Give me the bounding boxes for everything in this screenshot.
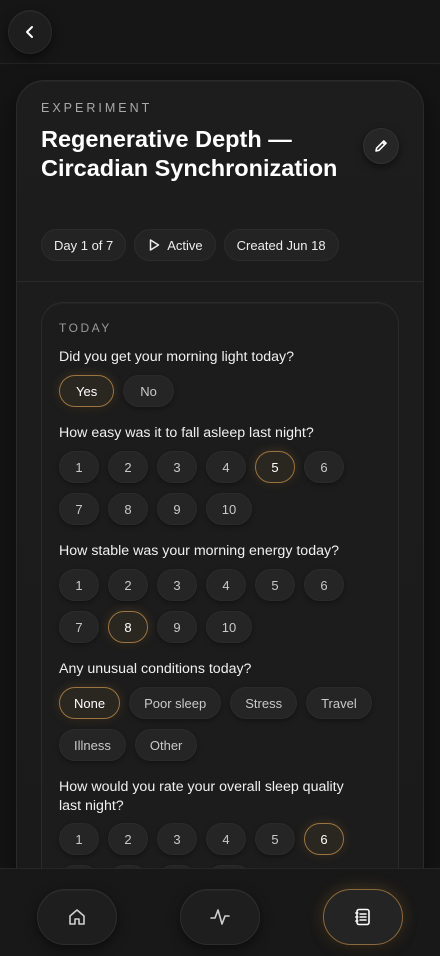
option-3[interactable]: 3 bbox=[157, 569, 197, 601]
option-6[interactable]: 6 bbox=[304, 823, 344, 855]
edit-button[interactable] bbox=[363, 128, 399, 164]
option-2[interactable]: 2 bbox=[108, 569, 148, 601]
question-morning-energy: How stable was your morning energy today… bbox=[59, 543, 339, 559]
meta-row: Day 1 of 7 Active Created Jun 18 bbox=[41, 229, 339, 261]
option-yes[interactable]: Yes bbox=[59, 375, 115, 407]
today-label: TODAY bbox=[59, 321, 112, 335]
option-9[interactable]: 9 bbox=[157, 493, 197, 525]
question-unusual-conditions: Any unusual conditions today? bbox=[59, 661, 252, 677]
option-travel[interactable]: Travel bbox=[306, 687, 372, 719]
option-1[interactable]: 1 bbox=[59, 823, 99, 855]
option-3[interactable]: 3 bbox=[157, 823, 197, 855]
bottom-nav bbox=[0, 868, 440, 956]
home-icon bbox=[69, 909, 85, 925]
option-10[interactable]: 10 bbox=[206, 611, 252, 643]
scroll-area[interactable]: EXPERIMENT Regenerative Depth — Circadia… bbox=[0, 64, 440, 868]
chevron-left-icon bbox=[26, 26, 33, 38]
status-label: Active bbox=[167, 237, 203, 253]
top-bar bbox=[0, 0, 440, 64]
options-sleep-quality-row1: 1 2 3 4 5 6 bbox=[59, 823, 344, 855]
options-fall-asleep-row2: 7 8 9 10 bbox=[59, 493, 252, 525]
divider bbox=[17, 281, 423, 282]
option-stress[interactable]: Stress bbox=[230, 687, 298, 719]
activity-icon bbox=[210, 909, 230, 925]
option-9[interactable]: 9 bbox=[157, 611, 197, 643]
experiment-card: EXPERIMENT Regenerative Depth — Circadia… bbox=[16, 80, 424, 868]
today-panel: TODAY Did you get your morning light tod… bbox=[41, 302, 399, 868]
option-5[interactable]: 5 bbox=[255, 823, 295, 855]
option-6[interactable]: 6 bbox=[304, 451, 344, 483]
options-conditions-row1: None Poor sleep Stress Travel bbox=[59, 687, 372, 719]
option-4[interactable]: 4 bbox=[206, 451, 246, 483]
options-conditions-row2: Illness Other bbox=[59, 729, 198, 761]
nav-journal-button[interactable] bbox=[323, 889, 403, 945]
back-button[interactable] bbox=[8, 10, 52, 54]
option-7[interactable]: 7 bbox=[59, 493, 99, 525]
experiment-title: Regenerative Depth — Circadian Synchroni… bbox=[41, 126, 338, 181]
option-4[interactable]: 4 bbox=[206, 823, 246, 855]
question-morning-light: Did you get your morning light today? bbox=[59, 349, 295, 365]
options-morning-energy-row2: 7 8 9 10 bbox=[59, 611, 252, 643]
option-2[interactable]: 2 bbox=[108, 451, 148, 483]
option-5[interactable]: 5 bbox=[255, 569, 295, 601]
nav-activity-button[interactable] bbox=[180, 889, 260, 945]
pencil-icon bbox=[375, 140, 387, 152]
option-none[interactable]: None bbox=[59, 687, 121, 719]
day-label: Day 1 of 7 bbox=[54, 237, 114, 253]
option-8[interactable]: 8 bbox=[108, 611, 148, 643]
created-chip: Created Jun 18 bbox=[223, 229, 339, 261]
option-illness[interactable]: Illness bbox=[59, 729, 126, 761]
option-2[interactable]: 2 bbox=[108, 823, 148, 855]
option-5[interactable]: 5 bbox=[255, 451, 295, 483]
created-label: Created Jun 18 bbox=[236, 237, 326, 253]
option-poor-sleep[interactable]: Poor sleep bbox=[129, 687, 222, 719]
experiment-eyebrow: EXPERIMENT bbox=[41, 101, 153, 115]
option-3[interactable]: 3 bbox=[157, 451, 197, 483]
options-morning-energy-row1: 1 2 3 4 5 6 bbox=[59, 569, 344, 601]
journal-icon bbox=[354, 908, 370, 926]
option-8[interactable]: 8 bbox=[108, 493, 148, 525]
option-6[interactable]: 6 bbox=[304, 569, 344, 601]
option-10[interactable]: 10 bbox=[206, 493, 252, 525]
play-icon bbox=[150, 239, 160, 251]
question-fall-asleep: How easy was it to fall asleep last nigh… bbox=[59, 425, 314, 441]
option-other[interactable]: Other bbox=[134, 729, 198, 761]
option-4[interactable]: 4 bbox=[206, 569, 246, 601]
options-fall-asleep-row1: 1 2 3 4 5 6 bbox=[59, 451, 344, 483]
options-morning-light: Yes No bbox=[59, 375, 174, 407]
status-chip: Active bbox=[134, 229, 216, 261]
option-1[interactable]: 1 bbox=[59, 451, 99, 483]
nav-home-button[interactable] bbox=[37, 889, 117, 945]
day-chip: Day 1 of 7 bbox=[41, 229, 127, 261]
option-1[interactable]: 1 bbox=[59, 569, 99, 601]
option-7[interactable]: 7 bbox=[59, 611, 99, 643]
option-no[interactable]: No bbox=[123, 375, 174, 407]
question-sleep-quality: How would you rate your overall sleep qu… bbox=[59, 779, 344, 814]
